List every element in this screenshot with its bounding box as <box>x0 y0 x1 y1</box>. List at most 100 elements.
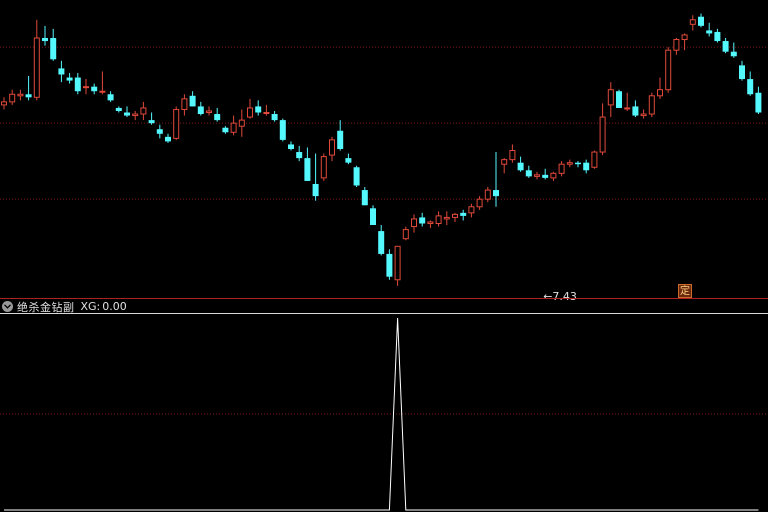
candle[interactable] <box>640 109 647 119</box>
candle[interactable] <box>107 91 114 102</box>
candle[interactable] <box>197 101 204 116</box>
candle[interactable] <box>534 171 540 180</box>
candle[interactable] <box>353 165 360 188</box>
candle[interactable] <box>632 100 639 118</box>
candle[interactable] <box>657 77 663 99</box>
candle[interactable] <box>435 211 442 227</box>
candle[interactable] <box>279 118 286 142</box>
candle[interactable] <box>9 89 16 105</box>
candle[interactable] <box>230 115 237 136</box>
candle[interactable] <box>550 171 557 181</box>
candle[interactable] <box>566 159 573 168</box>
candle[interactable] <box>83 79 89 95</box>
candle[interactable] <box>74 72 81 95</box>
candle[interactable] <box>25 76 32 101</box>
candle[interactable] <box>509 144 516 163</box>
candle-body-up <box>230 122 237 133</box>
candle[interactable] <box>706 22 713 37</box>
candle-body-down <box>271 114 278 121</box>
candle[interactable] <box>148 112 155 125</box>
candle[interactable] <box>402 226 409 241</box>
candle[interactable] <box>247 98 253 119</box>
candle[interactable] <box>337 120 344 151</box>
candle[interactable] <box>124 106 130 118</box>
indicator-name[interactable]: 绝杀金钻副 <box>17 299 75 315</box>
candle[interactable] <box>50 28 57 61</box>
candle[interactable] <box>739 60 745 81</box>
candle[interactable] <box>378 225 385 256</box>
candle[interactable] <box>296 145 303 162</box>
candle[interactable] <box>386 249 393 280</box>
candle[interactable] <box>575 161 581 168</box>
candle[interactable] <box>255 100 262 116</box>
candle[interactable] <box>165 133 171 143</box>
candle[interactable] <box>288 141 294 151</box>
candle[interactable] <box>17 89 24 101</box>
candle[interactable] <box>222 126 229 134</box>
candle[interactable] <box>345 153 352 165</box>
candlestick-series[interactable] <box>1 13 762 286</box>
candle[interactable] <box>673 38 680 55</box>
candle[interactable] <box>42 25 48 46</box>
candle[interactable] <box>525 165 532 178</box>
candle[interactable] <box>665 47 672 93</box>
fixed-marker-button[interactable]: 定 <box>678 284 692 298</box>
candle[interactable] <box>476 196 483 210</box>
candle[interactable] <box>427 220 434 229</box>
candle[interactable] <box>304 147 311 181</box>
candle[interactable] <box>747 71 754 96</box>
candle[interactable] <box>214 107 221 122</box>
candle[interactable] <box>189 91 196 107</box>
candle[interactable] <box>132 110 139 121</box>
candle[interactable] <box>320 153 327 181</box>
candle[interactable] <box>460 209 467 221</box>
candle[interactable] <box>722 38 729 54</box>
candle[interactable] <box>689 15 696 31</box>
candle[interactable] <box>361 187 368 206</box>
candle[interactable] <box>714 28 721 43</box>
candle[interactable] <box>493 152 499 207</box>
candle[interactable] <box>173 106 180 140</box>
candle[interactable] <box>329 136 335 162</box>
candle[interactable] <box>411 214 417 233</box>
candle[interactable] <box>33 19 40 101</box>
candle[interactable] <box>206 106 212 116</box>
candle[interactable] <box>452 212 458 222</box>
candle[interactable] <box>468 203 475 218</box>
candle[interactable] <box>1 97 7 110</box>
candle[interactable] <box>91 83 98 95</box>
candle[interactable] <box>394 245 401 286</box>
chevron-down-icon[interactable] <box>2 301 13 312</box>
candle[interactable] <box>181 94 188 116</box>
candle[interactable] <box>624 92 631 111</box>
candle[interactable] <box>558 161 565 177</box>
candle[interactable] <box>99 71 106 95</box>
candle[interactable] <box>607 82 614 118</box>
candle[interactable] <box>730 42 737 58</box>
candle[interactable] <box>312 153 319 201</box>
candle[interactable] <box>66 72 73 84</box>
candle[interactable] <box>484 187 491 203</box>
candle[interactable] <box>156 124 163 139</box>
candle[interactable] <box>271 110 278 122</box>
candle[interactable] <box>501 158 508 174</box>
candle[interactable] <box>755 86 762 115</box>
candle[interactable] <box>517 156 524 172</box>
candle[interactable] <box>115 106 122 113</box>
candle[interactable] <box>599 103 606 156</box>
candle[interactable] <box>616 89 622 108</box>
candle[interactable] <box>263 104 270 116</box>
candle[interactable] <box>140 101 147 121</box>
candle[interactable] <box>583 159 590 174</box>
candle[interactable] <box>443 211 450 226</box>
candle[interactable] <box>370 205 376 226</box>
candle-body-up <box>599 116 606 153</box>
candle[interactable] <box>238 109 245 137</box>
candle[interactable] <box>648 92 655 118</box>
candle[interactable] <box>58 60 65 83</box>
candle[interactable] <box>591 150 598 169</box>
candle[interactable] <box>542 168 549 180</box>
candle[interactable] <box>419 212 426 227</box>
candle[interactable] <box>681 33 688 51</box>
candle[interactable] <box>698 13 704 28</box>
